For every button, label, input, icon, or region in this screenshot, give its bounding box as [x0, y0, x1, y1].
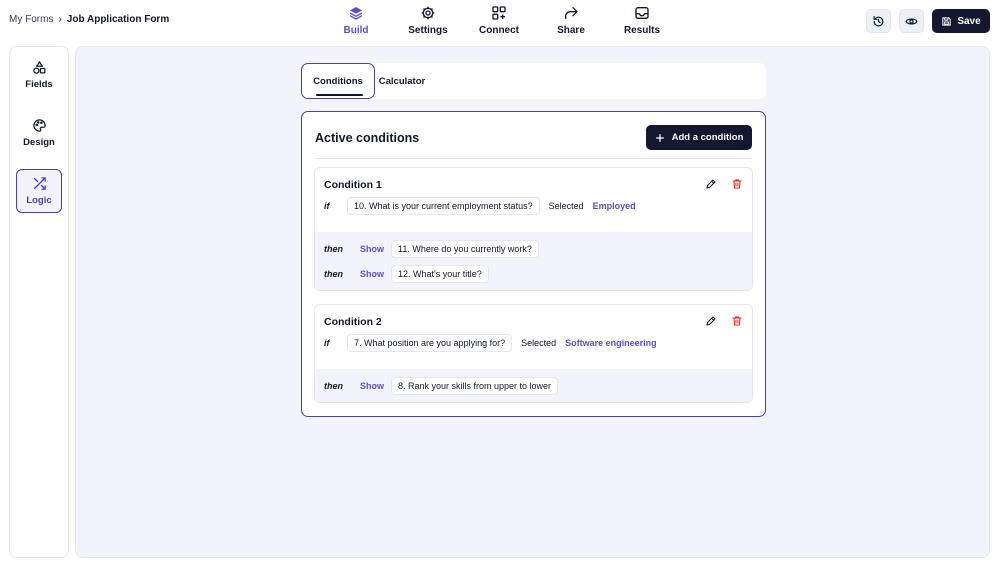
nav-tab-label: Connect: [479, 25, 519, 36]
condition-title: Condition 1: [324, 179, 382, 191]
pencil-icon: [706, 179, 716, 189]
shapes-icon: [32, 61, 45, 74]
sidebar-item-label: Logic: [26, 195, 52, 206]
then-action[interactable]: Show: [360, 244, 384, 254]
tab-calculator[interactable]: Calculator: [377, 63, 427, 99]
history-button[interactable]: [866, 9, 891, 33]
then-action[interactable]: Show: [360, 269, 384, 279]
trash-icon: [732, 179, 742, 189]
add-condition-button[interactable]: Add a condition: [646, 125, 752, 150]
then-keyword: then: [324, 380, 343, 391]
palette-icon: [32, 119, 46, 132]
edit-condition-button[interactable]: [704, 177, 718, 191]
breadcrumb-separator: ›: [58, 14, 62, 25]
nav-tab-connect[interactable]: Connect: [469, 5, 529, 39]
delete-condition-button[interactable]: [730, 177, 744, 191]
condition-card-2: Condition 2 if 7. What position are you …: [314, 304, 753, 403]
add-condition-label: Add a condition: [671, 132, 744, 143]
edit-condition-button[interactable]: [704, 314, 718, 328]
condition-header: Condition 1 if 10. What is your current …: [315, 168, 752, 232]
left-sidebar: Fields Design Logic: [9, 46, 69, 558]
breadcrumb-current-form: Job Application Form: [66, 14, 170, 25]
save-floppy-icon: [942, 16, 951, 26]
then-row: then Show 11. Where do you currently wor…: [315, 236, 752, 261]
plus-icon: [655, 133, 664, 142]
condition-title: Condition 2: [324, 316, 382, 328]
condition-operator: Selected: [548, 201, 584, 211]
then-target-chip[interactable]: 12. What's your title?: [391, 264, 489, 283]
condition-if-row: if 7. What position are you applying for…: [324, 333, 657, 353]
tab-conditions[interactable]: Conditions: [301, 63, 375, 99]
active-conditions-panel: Active conditions Add a condition Condit…: [301, 111, 766, 417]
save-button[interactable]: Save: [932, 9, 990, 33]
nav-tab-results[interactable]: Results: [612, 5, 672, 39]
nav-tab-build[interactable]: Build: [326, 5, 386, 39]
condition-header: Condition 2 if 7. What position are you …: [315, 305, 752, 369]
sidebar-item-logic[interactable]: Logic: [16, 169, 62, 213]
nav-tab-label: Share: [557, 25, 585, 36]
save-button-label: Save: [957, 15, 981, 27]
then-row: then Show 12. What's your title?: [315, 261, 752, 286]
if-keyword: if: [324, 338, 330, 348]
nav-tab-settings[interactable]: Settings: [398, 5, 458, 39]
condition-actions: then Show 11. Where do you currently wor…: [315, 232, 752, 290]
panel-title: Active conditions: [315, 131, 420, 145]
then-action[interactable]: Show: [360, 381, 384, 391]
then-row: then Show 8. Rank your skills from upper…: [315, 373, 752, 398]
integration-grid-icon: [492, 6, 506, 20]
trash-icon: [732, 316, 742, 326]
history-icon: [873, 15, 884, 26]
pencil-icon: [706, 316, 716, 326]
then-target-chip[interactable]: 11. Where do you currently work?: [391, 239, 539, 258]
nav-tab-label: Settings: [408, 25, 448, 36]
sidebar-item-label: Fields: [25, 79, 53, 90]
sidebar-item-design[interactable]: Design: [16, 111, 62, 155]
condition-value[interactable]: Software engineering: [565, 338, 657, 348]
eye-icon: [905, 17, 918, 25]
then-keyword: then: [324, 268, 343, 279]
condition-actions: then Show 8. Rank your skills from upper…: [315, 369, 752, 402]
breadcrumb: My Forms › Job Application Form: [9, 14, 169, 25]
main-canvas: Conditions Calculator Active conditions …: [75, 46, 990, 558]
nav-tab-label: Build: [343, 25, 369, 36]
breadcrumb-my-forms[interactable]: My Forms: [9, 14, 53, 25]
condition-if-row: if 10. What is your current employment s…: [324, 196, 636, 216]
panel-divider: [315, 158, 752, 159]
condition-question-chip[interactable]: 10. What is your current employment stat…: [347, 197, 540, 215]
condition-value[interactable]: Employed: [593, 201, 636, 211]
then-keyword: then: [324, 243, 343, 254]
gear-icon: [421, 6, 435, 20]
layers-icon: [349, 7, 363, 20]
sidebar-item-label: Design: [23, 137, 55, 148]
nav-tab-share[interactable]: Share: [541, 5, 601, 39]
logic-tabs: Conditions Calculator: [301, 63, 766, 99]
if-keyword: if: [324, 201, 330, 211]
shuffle-icon: [33, 177, 46, 190]
sidebar-item-fields[interactable]: Fields: [16, 53, 62, 97]
condition-question-chip[interactable]: 7. What position are you applying for?: [347, 334, 513, 352]
delete-condition-button[interactable]: [730, 314, 744, 328]
condition-card-1: Condition 1 if 10. What is your current …: [314, 167, 753, 291]
then-target-chip[interactable]: 8. Rank your skills from upper to lower: [391, 376, 559, 395]
top-bar: My Forms › Job Application Form Build Se…: [0, 0, 1000, 44]
share-arrow-icon: [565, 6, 578, 19]
nav-tab-label: Results: [623, 25, 661, 36]
inbox-icon: [635, 7, 649, 19]
condition-operator: Selected: [521, 338, 557, 348]
preview-button[interactable]: [899, 9, 924, 33]
